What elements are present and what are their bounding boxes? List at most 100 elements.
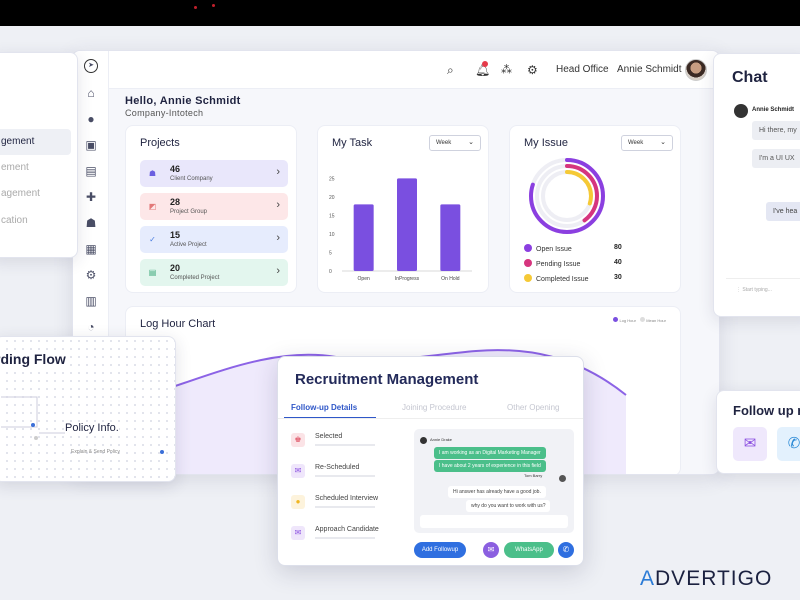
status-sub [315, 444, 375, 446]
legend-value: 30 [614, 274, 622, 281]
follow-up-panel: Follow up m ✉ ✆ [716, 390, 800, 474]
status-label[interactable]: Approach Candidate [315, 526, 379, 533]
red-dot [194, 6, 197, 9]
chat-title: Chat [732, 69, 768, 86]
phone-icon[interactable]: ✆ [558, 542, 574, 558]
project-label: Client Company [170, 176, 213, 182]
email-icon[interactable]: ✉ [483, 542, 499, 558]
y-tick-label: 5 [329, 250, 332, 256]
settings-icon[interactable]: ⚙ [527, 63, 538, 77]
chevron-right-icon[interactable]: › [276, 199, 280, 211]
status-label[interactable]: Scheduled Interview [315, 495, 378, 502]
chevron-right-icon[interactable]: › [276, 265, 280, 277]
project-icon: ◩ [148, 202, 157, 211]
project-icon: ✓ [149, 235, 156, 244]
brand-text: DVERTIGO [655, 567, 773, 590]
status-sub [315, 537, 375, 539]
chat-input[interactable]: ⋮ Start typing... [726, 278, 800, 300]
project-label: Project Group [170, 209, 208, 215]
chat-message-received: why do you want to work with us? [466, 500, 551, 512]
compass-icon[interactable]: ➤ [84, 59, 98, 73]
y-tick-label: 15 [329, 213, 335, 219]
office-label[interactable]: Head Office [556, 64, 609, 75]
project-row[interactable]: ✓ 15 Active Project › [140, 226, 288, 253]
x-category-label: On Hold [441, 276, 460, 282]
y-tick-label: 10 [329, 232, 335, 238]
task-bar[interactable] [440, 204, 461, 271]
user-icon[interactable]: ● [83, 111, 99, 127]
add-followup-button[interactable]: Add Followup [414, 542, 466, 558]
my-task-card: My Task Week ⌄ 25 20 15 10 5 0 Open InProgress On… [317, 125, 489, 293]
menu-item[interactable]: cation [1, 215, 28, 226]
project-count: 15 [170, 230, 181, 240]
chat-message-sent: I am working as an Digital Marketing Man… [434, 447, 546, 459]
follow-title: Follow up m [733, 403, 800, 418]
clock-icon[interactable]: ◔ [83, 319, 99, 335]
menu-item-active[interactable]: gement [0, 129, 71, 155]
legend-dot [524, 244, 532, 252]
projects-card: Projects ☗ 46 Client Company › ◩ 28 Project Gr… [125, 125, 297, 293]
email-icon[interactable]: ✉ [733, 427, 767, 461]
status-sub [315, 506, 375, 508]
status-label[interactable]: Re-Scheduled [315, 464, 359, 471]
recruitment-chat: Annie Drake I am working as an Digital M… [414, 429, 574, 533]
legend-label: Open Issue [536, 246, 572, 253]
chat-panel: Chat Annie Schmidt Hi there, my I'm a UI… [713, 53, 800, 317]
avatar [559, 475, 566, 482]
phone-icon[interactable]: ✆ [777, 427, 800, 461]
gear-icon[interactable]: ⚙ [83, 267, 99, 283]
legend-value: 40 [614, 259, 622, 266]
chat-message-received: Hi answer has already have a good job. [448, 486, 546, 498]
status-sub [315, 475, 375, 477]
status-label[interactable]: Selected [315, 433, 342, 440]
chat-from: Annie Drake [430, 437, 453, 442]
project-row[interactable]: ☗ 46 Client Company › [140, 160, 288, 187]
flow-connectors [1, 396, 65, 440]
connector-node [31, 423, 35, 427]
tab-other-opening[interactable]: Other Opening [507, 403, 559, 412]
notification-badge [482, 61, 488, 67]
chevron-right-icon[interactable]: › [276, 166, 280, 178]
project-row[interactable]: ▤ 20 Completed Project › [140, 259, 288, 286]
avatar[interactable] [685, 59, 707, 81]
chevron-right-icon[interactable]: › [276, 232, 280, 244]
top-black-bar [0, 0, 800, 26]
briefcase-icon[interactable]: ▣ [83, 137, 99, 153]
grid-icon[interactable]: ⁂ [501, 63, 512, 76]
policy-node-sub: Explain & Send Policy [71, 449, 120, 455]
policy-node-title[interactable]: Policy Info. [65, 422, 119, 434]
whatsapp-button[interactable]: WhatsApp [504, 542, 554, 558]
team-icon[interactable]: ☗ [83, 215, 99, 231]
avatar [734, 104, 748, 118]
home-icon[interactable]: ⌂ [83, 85, 99, 101]
brand-logo: ADVERTIGO [640, 567, 772, 591]
chat-message: Hi there, my [752, 121, 800, 140]
chat-message: I'm a UI UX [752, 149, 800, 168]
user-name[interactable]: Annie Schmidt [617, 64, 681, 75]
left-menu-panel: gement ement agement cation [0, 52, 78, 258]
document-icon[interactable]: ▤ [83, 163, 99, 179]
project-row[interactable]: ◩ 28 Project Group › [140, 193, 288, 220]
add-user-icon[interactable]: ✚ [83, 189, 99, 205]
menu-item[interactable]: ement [1, 162, 29, 173]
projects-title: Projects [140, 137, 180, 149]
project-count: 20 [170, 263, 181, 273]
tab-divider [278, 418, 583, 419]
status-icon: ● [291, 495, 305, 509]
recruitment-title: Recruitment Management [295, 371, 479, 388]
calendar-icon[interactable]: ▦ [83, 241, 99, 257]
search-icon[interactable]: ⌕ [447, 63, 454, 78]
y-tick-label: 20 [329, 195, 335, 201]
x-category-label: InProgress [395, 276, 420, 282]
chat-user: Annie Schmidt [752, 107, 795, 113]
task-bar[interactable] [353, 204, 374, 271]
tab-follow-up[interactable]: Follow-up Details [291, 403, 357, 412]
project-label: Completed Project [170, 275, 220, 281]
status-icon: ✉ [291, 464, 305, 478]
task-bar[interactable] [397, 178, 417, 271]
chat-reply-input[interactable] [420, 515, 568, 528]
issue-donut-chart [529, 158, 605, 234]
report-icon[interactable]: ▥ [83, 293, 99, 309]
tab-joining[interactable]: Joining Procedure [402, 403, 466, 412]
menu-item[interactable]: agement [1, 188, 40, 199]
